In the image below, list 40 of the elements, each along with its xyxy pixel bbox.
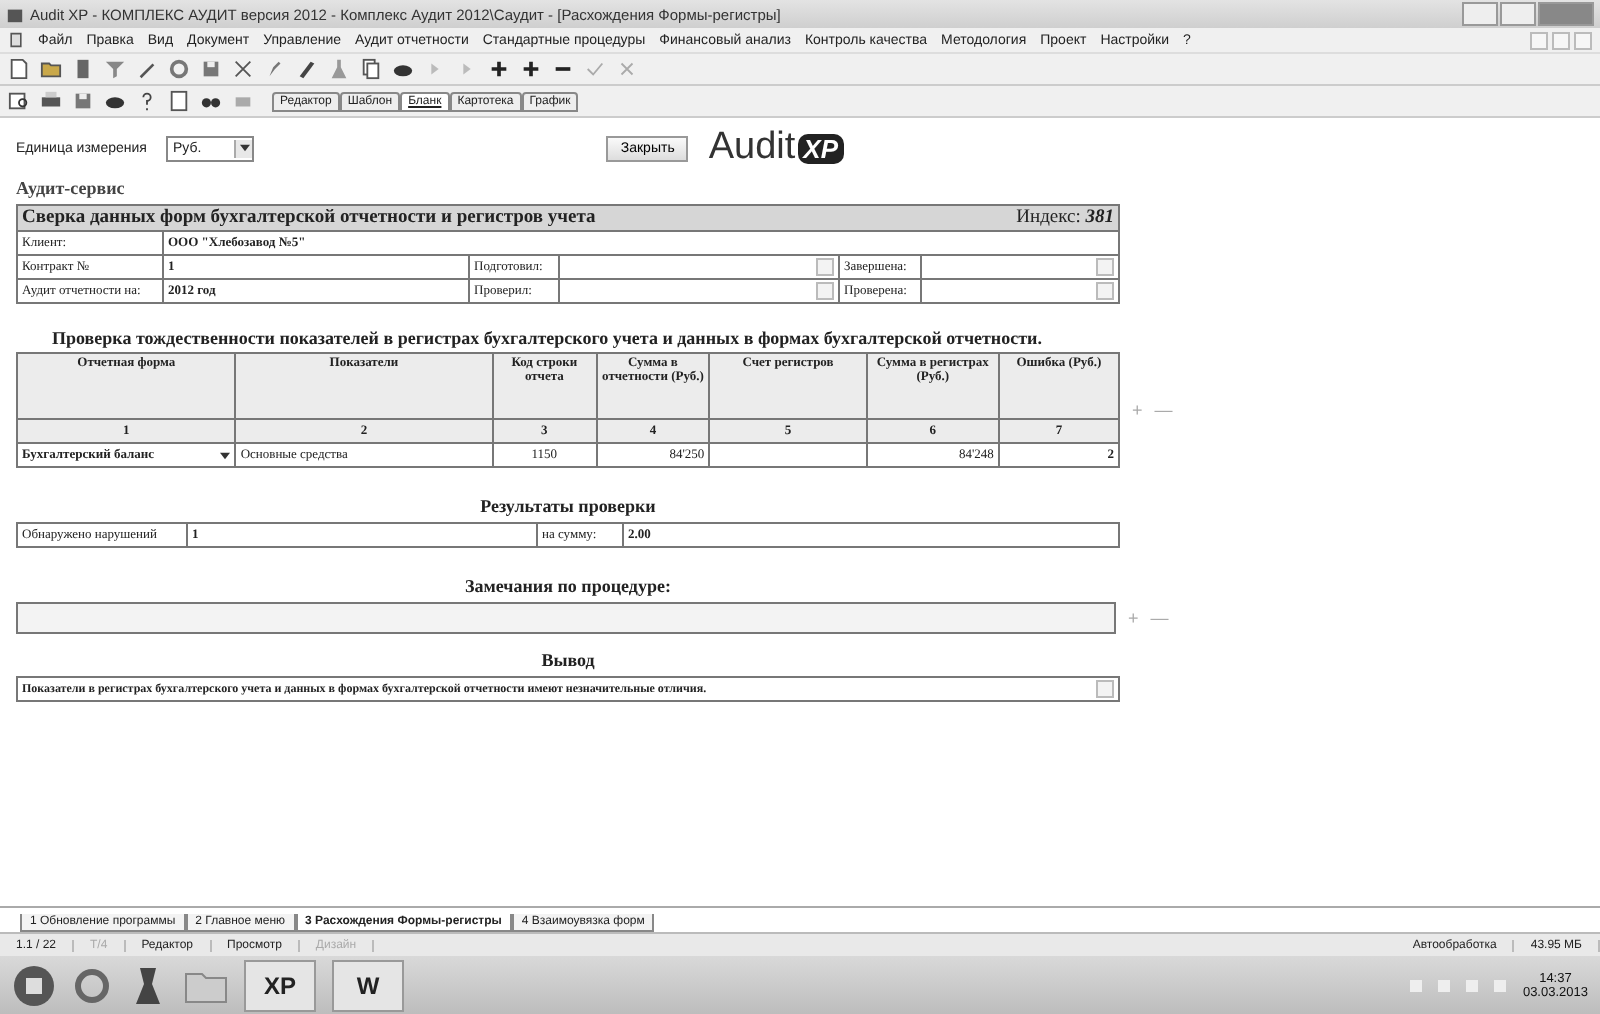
index-label: Индекс: 381 [1016, 208, 1114, 228]
app-icon [6, 5, 24, 23]
form-title: Сверка данных форм бухгалтерской отчетности и регистров учета [22, 208, 596, 228]
taskbar-app[interactable]: XP [244, 959, 316, 1011]
input-field[interactable] [921, 279, 1119, 303]
input-field[interactable] [559, 255, 839, 279]
input-field[interactable] [921, 255, 1119, 279]
filter-icon[interactable] [104, 58, 126, 80]
section-title: Замечания по процедуре: [463, 576, 673, 596]
settings-icon[interactable] [168, 58, 190, 80]
plus-icon[interactable] [520, 58, 542, 80]
remarks-field[interactable] [16, 602, 1116, 634]
pen-icon[interactable] [136, 58, 158, 80]
company-name: Аудит-сервис [16, 178, 127, 198]
minimize-button[interactable] [1462, 2, 1498, 26]
maximize-button[interactable] [1500, 2, 1536, 26]
section-title: Вывод [539, 650, 597, 670]
brush-icon[interactable] [264, 58, 286, 80]
audit-logo: Audit XP [708, 126, 844, 170]
preview-icon[interactable] [8, 90, 30, 112]
new-page-icon[interactable] [8, 58, 30, 80]
save-icon[interactable] [72, 90, 94, 112]
pencil-icon[interactable] [296, 58, 318, 80]
plus-icon[interactable] [488, 58, 510, 80]
input-field[interactable] [559, 279, 839, 303]
save-icon[interactable] [200, 58, 222, 80]
check-icon[interactable] [584, 58, 606, 80]
section-title: Результаты проверки [478, 496, 658, 516]
section-title: Проверка тождественности показателей в регистрах бухгалтерского учета и данных в формах бухгалтерской отчетности. [52, 328, 1044, 348]
dropdown-icon[interactable] [239, 144, 250, 152]
browser-icon[interactable] [72, 965, 112, 1005]
start-button[interactable] [12, 963, 56, 1007]
dropdown-icon[interactable] [220, 451, 231, 459]
copy-icon[interactable] [360, 58, 382, 80]
printer-icon[interactable] [40, 90, 62, 112]
document-icon[interactable] [168, 90, 190, 112]
scissors-icon[interactable] [232, 58, 254, 80]
folder-icon[interactable] [40, 58, 62, 80]
flask-icon[interactable] [328, 58, 350, 80]
taskbar-app[interactable]: W [332, 959, 404, 1011]
